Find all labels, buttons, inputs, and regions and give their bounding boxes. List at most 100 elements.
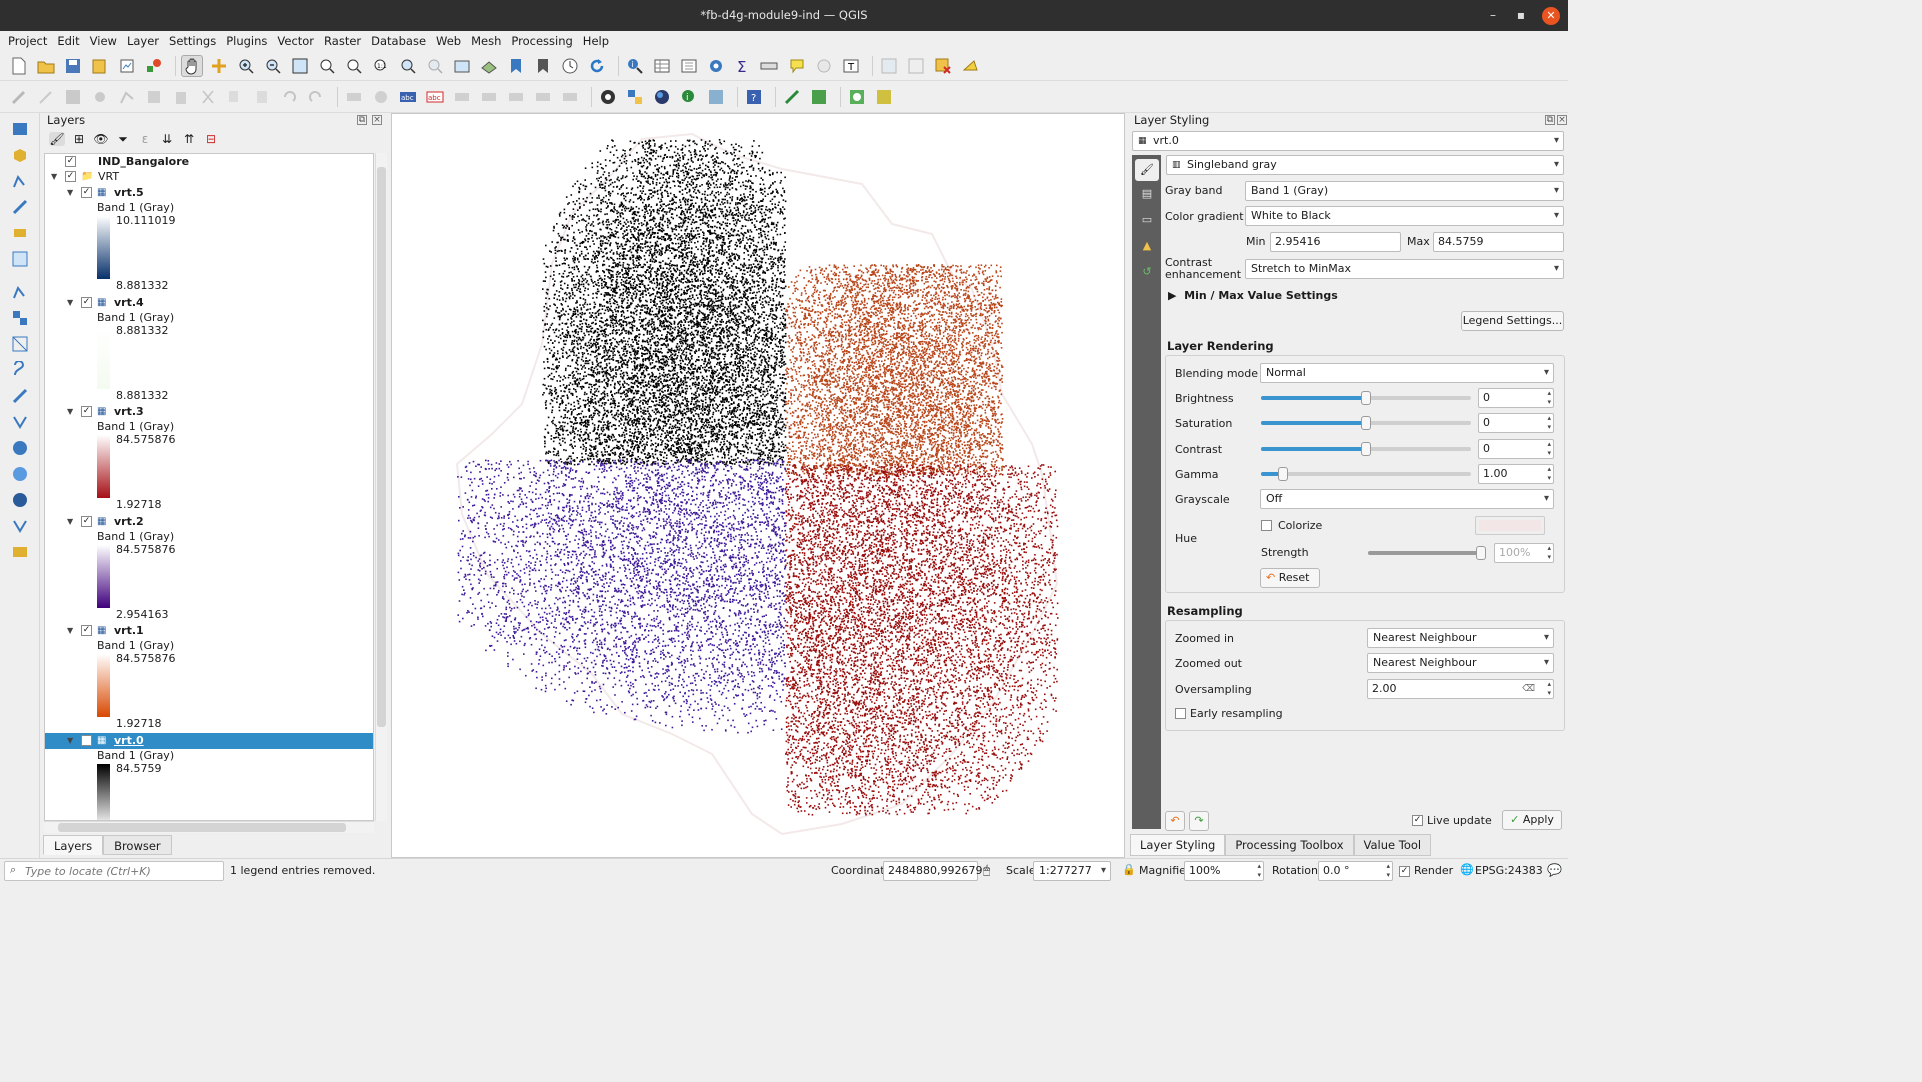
layer-tree-group[interactable]: ▼ ✓ 📁 VRT bbox=[45, 169, 373, 185]
blending-combo[interactable]: Normal bbox=[1260, 363, 1554, 383]
gradient-combo[interactable]: White to Black bbox=[1245, 206, 1564, 226]
new-project-icon[interactable] bbox=[8, 55, 30, 77]
tab-layers[interactable]: Layers bbox=[43, 835, 104, 855]
toggle-editing-icon[interactable] bbox=[35, 86, 57, 108]
menu-web[interactable]: Web bbox=[431, 34, 466, 48]
label-abc-icon[interactable]: abc bbox=[397, 86, 419, 108]
text-annotation-icon[interactable]: T bbox=[840, 55, 862, 77]
add-postgis-icon[interactable] bbox=[9, 437, 31, 458]
pin-labels-icon[interactable] bbox=[451, 86, 473, 108]
copy-icon[interactable] bbox=[224, 86, 246, 108]
menu-processing[interactable]: Processing bbox=[506, 34, 577, 48]
gray-band-combo[interactable]: Band 1 (Gray) bbox=[1245, 181, 1564, 201]
field-calculator-icon[interactable]: Σ bbox=[732, 55, 754, 77]
brightness-spinbox[interactable]: 0 bbox=[1478, 388, 1554, 408]
tab-layer-styling[interactable]: Layer Styling bbox=[1130, 834, 1226, 856]
python-console-icon[interactable] bbox=[624, 86, 646, 108]
style-panel-icon[interactable]: 🖌 bbox=[49, 132, 65, 146]
style-manager-icon[interactable] bbox=[143, 55, 165, 77]
move-label-icon[interactable] bbox=[505, 86, 527, 108]
zoomed-in-combo[interactable]: Nearest Neighbour bbox=[1367, 628, 1554, 648]
minmax-settings-toggle[interactable]: ▶ Min / Max Value Settings bbox=[1168, 289, 1338, 302]
label-abc-red-icon[interactable]: abc bbox=[424, 86, 446, 108]
menu-raster[interactable]: Raster bbox=[319, 34, 366, 48]
expand-arrow-icon[interactable]: ▼ bbox=[51, 169, 57, 185]
diagram-tool-icon[interactable] bbox=[370, 86, 392, 108]
redo-icon[interactable] bbox=[305, 86, 327, 108]
show-hide-labels-icon[interactable] bbox=[478, 86, 500, 108]
paste-icon[interactable] bbox=[251, 86, 273, 108]
float-panel-icon[interactable]: ⧉ bbox=[1545, 115, 1555, 125]
label-tool-icon[interactable] bbox=[343, 86, 365, 108]
colorize-color-button[interactable] bbox=[1475, 516, 1545, 535]
new-virtual-layer-icon[interactable] bbox=[9, 222, 31, 243]
rotation-spinbox[interactable]: 0.0 ° bbox=[1318, 861, 1393, 881]
symbology-icon[interactable]: 🖌 bbox=[1135, 159, 1159, 181]
clear-icon[interactable]: ⌫ bbox=[1522, 680, 1535, 698]
tab-value-tool[interactable]: Value Tool bbox=[1353, 834, 1432, 856]
vertex-tool-icon[interactable] bbox=[116, 86, 138, 108]
zoom-full-icon[interactable] bbox=[289, 55, 311, 77]
select-by-area-icon[interactable] bbox=[878, 55, 900, 77]
visibility-checkbox[interactable]: ✓ bbox=[81, 406, 92, 417]
visibility-checkbox[interactable]: ✓ bbox=[81, 187, 92, 198]
open-project-icon[interactable] bbox=[35, 55, 57, 77]
visibility-checkbox[interactable]: ✓ bbox=[65, 171, 76, 182]
filter-expression-icon[interactable]: ε bbox=[137, 132, 153, 146]
metasearch-icon[interactable]: i bbox=[678, 86, 700, 108]
layer-tree-hscrollbar[interactable] bbox=[44, 821, 374, 833]
crs-label[interactable]: EPSG:24383 bbox=[1475, 864, 1543, 877]
messages-icon[interactable]: 💬 bbox=[1547, 863, 1562, 877]
edits-icon[interactable] bbox=[8, 86, 30, 108]
help-icon[interactable]: ? bbox=[743, 86, 765, 108]
select-features-icon[interactable] bbox=[813, 55, 835, 77]
zoom-next-icon[interactable] bbox=[424, 55, 446, 77]
tab-browser[interactable]: Browser bbox=[103, 835, 172, 855]
minimize-button[interactable]: – bbox=[1486, 0, 1500, 31]
filter-legend-icon[interactable]: ⏷ bbox=[115, 132, 131, 147]
menu-database[interactable]: Database bbox=[366, 34, 431, 48]
gamma-slider[interactable] bbox=[1261, 467, 1471, 481]
coordinate-field[interactable]: 2484880,992679 bbox=[883, 861, 982, 881]
add-wcs-icon[interactable] bbox=[9, 515, 31, 536]
layer-tree-item[interactable]: ▼ ✓ ▦ vrt.4 bbox=[45, 295, 373, 311]
layer-tree-item[interactable]: ▼ ✓ ▦ vrt.3 bbox=[45, 404, 373, 420]
expand-arrow-icon[interactable]: ▼ bbox=[67, 404, 73, 420]
deselect-icon[interactable] bbox=[905, 55, 927, 77]
menu-view[interactable]: View bbox=[85, 34, 122, 48]
saturation-slider[interactable] bbox=[1261, 416, 1471, 430]
add-vector-layer-icon[interactable] bbox=[9, 281, 31, 302]
colorize-checkbox[interactable] bbox=[1261, 520, 1272, 531]
expand-all-icon[interactable]: ⇊ bbox=[159, 132, 175, 146]
contrast-combo[interactable]: Stretch to MinMax bbox=[1245, 259, 1564, 279]
oversampling-spinbox[interactable]: 2.00 ⌫ bbox=[1367, 679, 1554, 699]
remove-layer-icon[interactable]: ⊟ bbox=[203, 132, 219, 146]
add-spatialite-icon[interactable] bbox=[9, 411, 31, 432]
open-attribute-table-icon[interactable] bbox=[651, 55, 673, 77]
delete-selected-icon[interactable] bbox=[170, 86, 192, 108]
visibility-checkbox[interactable]: ✓ bbox=[81, 516, 92, 527]
zoom-layer-icon[interactable] bbox=[343, 55, 365, 77]
statistics-icon[interactable] bbox=[678, 55, 700, 77]
modify-attributes-icon[interactable] bbox=[143, 86, 165, 108]
refresh-icon[interactable] bbox=[586, 55, 608, 77]
change-label-icon[interactable] bbox=[559, 86, 581, 108]
measure-icon[interactable] bbox=[759, 55, 781, 77]
add-feature-icon[interactable] bbox=[89, 86, 111, 108]
visibility-checkbox[interactable]: ✓ bbox=[81, 735, 92, 746]
data-source-manager-icon[interactable] bbox=[9, 118, 31, 139]
grayscale-combo[interactable]: Off bbox=[1260, 489, 1554, 509]
add-group-icon[interactable]: ⊞ bbox=[71, 132, 87, 146]
new-shapefile-icon[interactable] bbox=[9, 170, 31, 191]
locator-bar[interactable]: ⌕ bbox=[4, 861, 224, 881]
manage-themes-icon[interactable]: 👁 bbox=[93, 132, 109, 146]
toggle-extents-icon[interactable]: 🖱 bbox=[983, 863, 990, 878]
zoomed-out-combo[interactable]: Nearest Neighbour bbox=[1367, 653, 1554, 673]
visibility-checkbox[interactable]: ✓ bbox=[81, 625, 92, 636]
menu-vector[interactable]: Vector bbox=[272, 34, 319, 48]
add-virtual-icon[interactable] bbox=[9, 541, 31, 562]
pan-hand-icon[interactable] bbox=[181, 54, 203, 77]
expand-arrow-icon[interactable]: ▼ bbox=[67, 623, 73, 639]
temporal-controller-icon[interactable] bbox=[559, 55, 581, 77]
identify-icon[interactable]: i bbox=[624, 55, 646, 77]
